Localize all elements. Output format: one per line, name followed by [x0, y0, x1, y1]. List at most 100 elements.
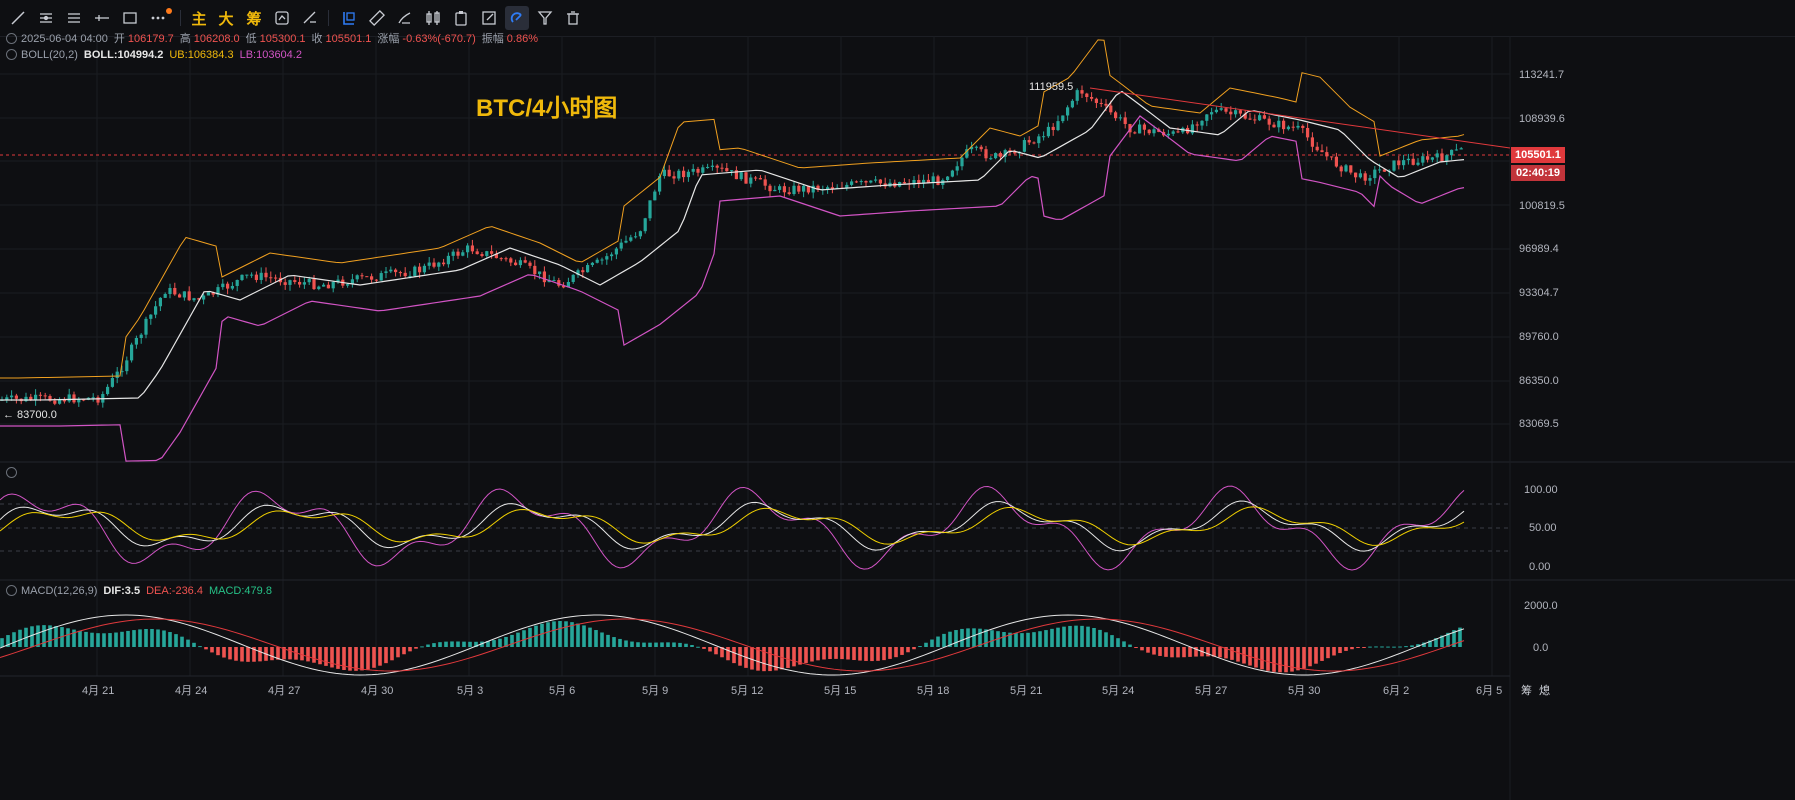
macd-bar: [864, 647, 868, 661]
low-marker: ← 83700.0: [3, 409, 57, 421]
ray-line-icon[interactable]: [90, 6, 114, 30]
macd-bar: [462, 641, 466, 647]
date-tick: 5月 15: [824, 685, 857, 697]
candle: [245, 274, 249, 276]
macd-bar: [378, 647, 382, 666]
candle: [1094, 98, 1098, 103]
date-tick: 4月 24: [175, 685, 208, 697]
candle: [456, 251, 460, 256]
trend-line-icon[interactable]: [6, 6, 30, 30]
candle: [355, 275, 359, 280]
edit-icon[interactable]: [477, 6, 501, 30]
collapse-icon[interactable]: [6, 585, 17, 596]
candle: [1118, 117, 1122, 119]
candle: [696, 168, 700, 173]
candle: [989, 158, 993, 160]
macd-bar: [150, 628, 154, 647]
macd-bar: [786, 647, 790, 668]
legend-datetime: 2025-06-04 04:00: [21, 33, 108, 45]
large-button[interactable]: 大: [214, 6, 238, 30]
macd-bar: [324, 647, 328, 666]
candle: [1306, 127, 1310, 138]
candle: [149, 314, 153, 319]
horizontal-lines-icon[interactable]: [34, 6, 58, 30]
candle: [1032, 142, 1036, 144]
candle: [854, 181, 858, 183]
macd-bar: [12, 632, 16, 647]
macd-bar: [1230, 647, 1234, 660]
boll-name: BOLL(20,2): [21, 49, 78, 61]
macd-bar: [1296, 647, 1300, 671]
candle: [394, 269, 398, 273]
candle: [307, 278, 311, 283]
macd-bar: [690, 645, 694, 647]
macd-bar: [1098, 629, 1102, 647]
candle: [878, 179, 882, 184]
candle: [1147, 129, 1151, 134]
macd-bar: [828, 647, 832, 660]
macd-bar: [180, 636, 184, 647]
parallel-channel-icon[interactable]: [62, 6, 86, 30]
candle: [787, 192, 791, 195]
chips-axis-button[interactable]: 筹: [1521, 682, 1532, 698]
candle: [624, 240, 628, 243]
candle: [571, 274, 575, 282]
candle: [96, 397, 100, 403]
macd-bar: [300, 647, 304, 661]
macd-bar: [888, 647, 892, 659]
candle: [1070, 100, 1074, 108]
candle: [254, 274, 258, 280]
brush-icon[interactable]: [393, 6, 417, 30]
macd-bar: [1128, 644, 1132, 647]
candle: [130, 344, 134, 361]
collapse-icon[interactable]: [6, 49, 17, 60]
candle: [763, 179, 767, 186]
expand-icon[interactable]: [6, 467, 17, 478]
macd-bar: [420, 646, 424, 648]
compare-icon[interactable]: [270, 6, 294, 30]
boll-upper-line: [0, 39, 1465, 379]
macd-bar: [678, 642, 682, 647]
ohlc-legend: 2025-06-04 04:00 开 106179.7 高 106208.0 低 10530…: [6, 32, 538, 46]
ruler-icon[interactable]: [365, 6, 389, 30]
macd-bar: [624, 640, 628, 647]
chips-button[interactable]: 筹: [242, 6, 266, 30]
trash-icon[interactable]: [561, 6, 585, 30]
candle: [994, 153, 998, 159]
rectangle-icon[interactable]: [118, 6, 142, 30]
line-settings-icon[interactable]: [298, 6, 322, 30]
candle: [422, 265, 426, 273]
candle: [1373, 169, 1377, 179]
candle: [370, 276, 374, 280]
candle: [427, 262, 431, 266]
boll-ub-value: UB:106384.3: [169, 49, 234, 61]
main-indicator-button[interactable]: 主: [187, 6, 211, 30]
axis-toggle-button[interactable]: 熄: [1539, 682, 1550, 698]
candle: [298, 281, 302, 285]
candle: [418, 266, 422, 273]
macd-bar: [936, 636, 940, 647]
candle: [725, 168, 729, 172]
candles-icon[interactable]: [421, 6, 445, 30]
macd-bar: [168, 632, 172, 647]
high-marker: 111959.5: [1029, 81, 1074, 93]
candle: [158, 297, 162, 307]
clipboard-icon[interactable]: [449, 6, 473, 30]
candle: [1061, 115, 1065, 122]
candle: [874, 179, 878, 181]
candle: [91, 397, 95, 399]
collapse-icon[interactable]: [6, 33, 17, 44]
macd-bar: [1182, 647, 1186, 658]
macd-bar: [1140, 647, 1144, 651]
lock-drawing-icon[interactable]: [505, 6, 529, 30]
macd-bar: [156, 629, 160, 647]
candle: [701, 167, 705, 173]
candle: [226, 283, 230, 289]
candle: [629, 237, 633, 241]
macd-bar: [204, 647, 208, 650]
filter-icon[interactable]: [533, 6, 557, 30]
amplitude-label: 振幅: [481, 33, 504, 45]
date-tick: 6月 2: [1383, 685, 1410, 697]
magnet-icon[interactable]: [337, 6, 361, 30]
candle: [302, 282, 306, 285]
